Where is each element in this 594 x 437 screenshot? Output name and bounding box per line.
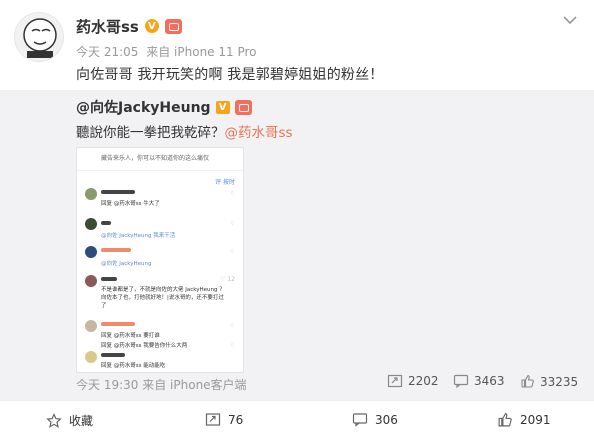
thumbs-up-icon — [498, 412, 512, 427]
post-meta: 今天 21:05 来自 iPhone 11 Pro — [76, 43, 257, 60]
share-icon — [387, 374, 403, 388]
thumb-comment-text: 回复 @药水哥ss 我要告你什么大两 — [101, 343, 188, 349]
thumb-username-bar — [101, 277, 117, 281]
repost-image-thumbnail[interactable]: 藏告来乐人，你可以不知道你的这么痛仅 评 按时 回复 @药水哥ss 牛大了 ♢ … — [76, 147, 244, 373]
verified-icon: V — [144, 19, 159, 33]
post-source: 来自 iPhone 11 Pro — [146, 45, 257, 59]
author-name[interactable]: 药水哥ss — [76, 16, 139, 37]
repost-meta: 今天 19:30 来自 iPhone客户端 — [76, 376, 247, 393]
thumbs-up-icon — [521, 374, 534, 388]
thumb-username-bar — [101, 221, 111, 225]
comment-icon — [352, 413, 368, 427]
favorite-button[interactable]: 收藏 — [46, 412, 93, 429]
fan-badge-icon — [234, 99, 252, 115]
verified-icon: V — [215, 100, 230, 114]
repost-time[interactable]: 今天 19:30 — [76, 378, 138, 392]
thumb-like-icon: ♢ — [229, 220, 235, 227]
repost-like-count: 33235 — [540, 374, 579, 389]
share-icon — [205, 413, 221, 426]
repost-comment-count: 3463 — [474, 374, 505, 388]
author-avatar[interactable] — [14, 12, 64, 62]
thumb-avatar — [85, 351, 97, 363]
repost-mention-link[interactable]: @药水哥ss — [225, 125, 293, 141]
repost-text: 聽說你能一拳把我乾碎？@药水哥ss — [76, 121, 293, 141]
repost-share-stat[interactable]: 2202 — [387, 374, 439, 388]
repost-comment-stat[interactable]: 3463 — [453, 374, 505, 388]
like-button[interactable]: 2091 — [497, 412, 551, 428]
favorite-label: 收藏 — [69, 414, 94, 428]
thumb-avatar — [85, 218, 97, 230]
thumb-comment-text: 回复 @药水哥ss 要打谁 — [101, 333, 160, 339]
thumb-username-bar — [101, 322, 135, 326]
thumb-top-line: 藏告来乐人，你可以不知道你的这么痛仅 — [101, 155, 210, 162]
weibo-post-card: 药水哥ss V 今天 21:05 来自 iPhone 11 Pro 向佐哥哥 我… — [0, 0, 594, 437]
chevron-down-icon[interactable] — [563, 15, 577, 25]
thumb-username-bar — [101, 190, 135, 194]
thumb-like-icon: ♡ 12 — [220, 276, 235, 283]
repost-author-row: @向佐JackyHeung V — [76, 97, 252, 117]
fan-badge-icon — [164, 18, 182, 34]
thumb-sort-label: 评 按时 — [215, 179, 235, 186]
avatar-face-icon — [23, 18, 57, 58]
repost-count: 76 — [228, 412, 244, 427]
thumb-comment-text: 向佐本了也，打他就好地！|说水哥的，还不要打过 — [101, 295, 224, 301]
repost-like-stat[interactable]: 33235 — [520, 374, 578, 389]
repost-button[interactable]: 76 — [205, 412, 243, 427]
thumb-like-icon: ♢ — [229, 248, 235, 255]
thumb-username-bar — [101, 353, 125, 357]
repost-text-body: 聽說你能一拳把我乾碎？ — [76, 125, 225, 141]
post-text: 向佐哥哥 我开玩笑的啊 我是郭碧婷姐姐的粉丝！ — [76, 67, 384, 83]
thumb-avatar — [85, 275, 97, 287]
thumb-comment-text: 回复 @药水哥ss 牛大了 — [101, 201, 160, 207]
author-row: 药水哥ss V — [76, 15, 182, 37]
thumb-avatar — [85, 246, 97, 258]
repost-author[interactable]: @向佐JackyHeung — [76, 97, 211, 117]
thumb-comment-text: @向佐 JackyHeung — [101, 261, 152, 267]
star-icon — [46, 412, 62, 428]
repost-share-count: 2202 — [408, 374, 439, 388]
thumb-comment-text: 回复 @药水哥ss 能动能吃 — [101, 363, 166, 369]
post-time[interactable]: 今天 21:05 — [76, 45, 138, 59]
repost-source: 来自 iPhone客户端 — [142, 378, 247, 392]
thumb-like-icon: ♢ — [229, 190, 235, 197]
thumb-username-bar — [101, 248, 131, 252]
thumb-comment-text: @向佐 JackyHeung 我来干活 — [101, 233, 176, 239]
thumb-like-icon: ♢ — [229, 322, 235, 329]
thumb-avatar — [85, 188, 97, 200]
comment-count: 306 — [375, 412, 398, 427]
thumb-like-icon: ♢ — [229, 342, 235, 349]
thumb-avatar — [85, 320, 97, 332]
comment-icon — [453, 374, 469, 388]
like-count: 2091 — [520, 413, 551, 427]
thumb-divider — [77, 170, 243, 171]
comment-button[interactable]: 306 — [352, 412, 398, 427]
thumb-comment-text: 不是谁都是了，不就是向佐的大佬 JackyHeung ？ — [101, 287, 225, 293]
thumb-comment-text: 了 — [101, 303, 107, 309]
